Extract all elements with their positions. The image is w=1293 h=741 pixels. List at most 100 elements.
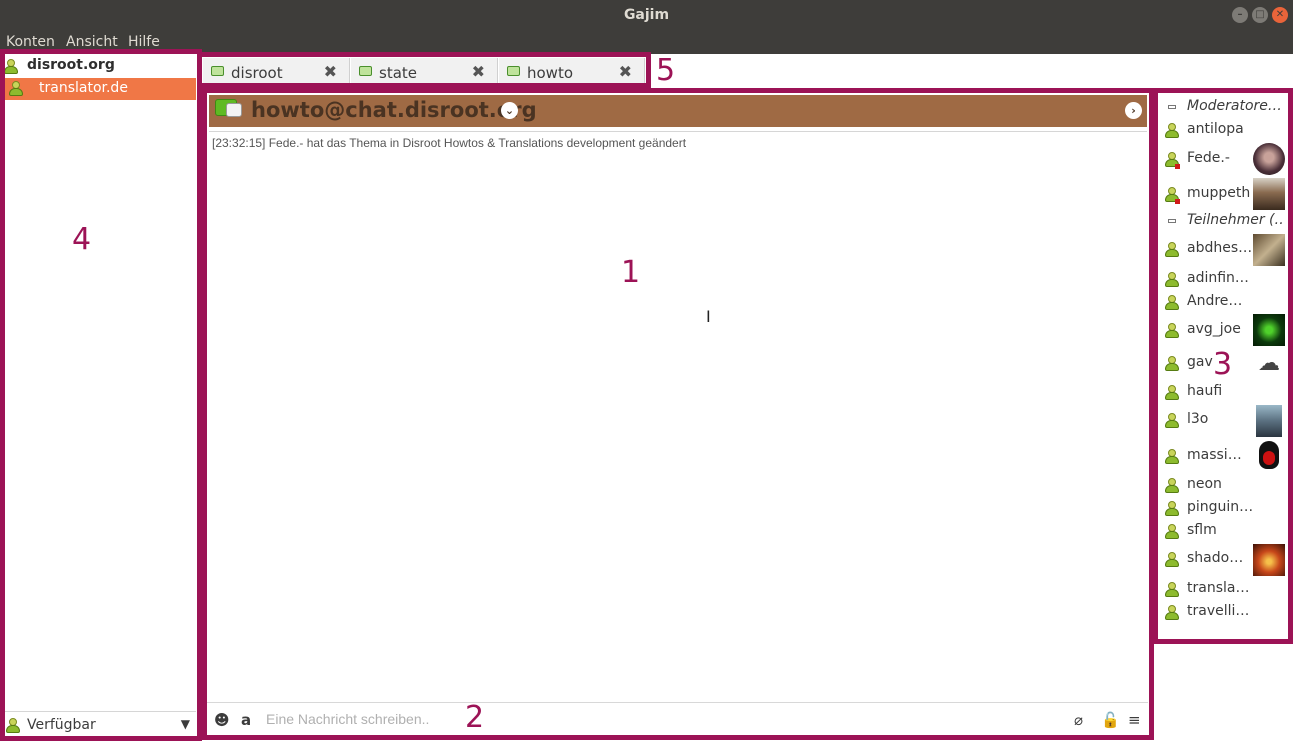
- status-label: Verfügbar: [27, 717, 96, 733]
- tab-label: state: [379, 64, 417, 82]
- avatar: [1253, 234, 1285, 266]
- occupant-item[interactable]: antilopa: [1158, 119, 1290, 141]
- occupant-nick: Andre…: [1187, 293, 1243, 309]
- occupant-status-icon: [1165, 524, 1179, 540]
- group-label: Teilnehmer (…: [1187, 212, 1283, 228]
- occupant-item[interactable]: pinguin…: [1158, 497, 1290, 519]
- format-icon[interactable]: a: [241, 711, 251, 729]
- tab-state[interactable]: state ✖: [351, 58, 498, 86]
- occupant-nick: avg_joe: [1187, 321, 1241, 337]
- groupchat-icon: [211, 66, 224, 76]
- occupant-item[interactable]: massi…: [1158, 439, 1290, 473]
- occupant-item[interactable]: l3o: [1158, 404, 1290, 438]
- encryption-icon[interactable]: 🔓: [1101, 711, 1120, 729]
- occupant-item[interactable]: shado…: [1158, 543, 1290, 577]
- occupant-item[interactable]: Andre…: [1158, 291, 1290, 313]
- menu-hilfe[interactable]: Hilfe: [128, 34, 160, 50]
- annotation-number-1: 1: [621, 255, 641, 290]
- tab-label: howto: [527, 64, 574, 82]
- occupant-group-participants[interactable]: Teilnehmer (…: [1158, 212, 1290, 232]
- chat-log-message: [23:32:15] Fede.- hat das Thema in Disro…: [212, 136, 687, 150]
- chevron-down-icon[interactable]: ⌄: [501, 102, 518, 119]
- tab-disroot[interactable]: disroot ✖: [203, 58, 350, 86]
- menu-konten[interactable]: Konten: [6, 34, 55, 50]
- annotation-number-4: 4: [72, 222, 92, 257]
- occupant-item[interactable]: abdhes…: [1158, 233, 1290, 267]
- occupant-item[interactable]: sflm: [1158, 520, 1290, 542]
- window-title: Gajim: [623, 7, 670, 23]
- attachment-icon[interactable]: ⌀: [1074, 711, 1083, 729]
- occupant-status-icon: [1165, 605, 1179, 621]
- status-selector[interactable]: Verfügbar ▼: [4, 711, 196, 737]
- occupant-status-icon: [1165, 552, 1179, 568]
- occupant-item[interactable]: neon: [1158, 474, 1290, 496]
- chevron-right-icon[interactable]: ›: [1125, 102, 1142, 119]
- groupchat-icon: [507, 66, 520, 76]
- menu-icon[interactable]: ≡: [1128, 711, 1141, 729]
- occupant-nick: pinguin…: [1187, 499, 1254, 515]
- occupant-nick: sflm: [1187, 522, 1217, 538]
- occupant-status-icon: [1165, 449, 1179, 465]
- occupant-nick: transla…: [1187, 580, 1250, 596]
- occupant-item[interactable]: avg_joe: [1158, 314, 1290, 348]
- window-titlebar: Gajim – □ ✕: [0, 0, 1293, 30]
- menu-ansicht[interactable]: Ansicht: [66, 34, 118, 50]
- avatar: [1253, 314, 1285, 346]
- occupant-item[interactable]: adinfin…: [1158, 268, 1290, 290]
- close-window-icon[interactable]: ✕: [1272, 7, 1288, 23]
- menubar: Konten Ansicht Hilfe: [0, 30, 1293, 54]
- close-tab-icon[interactable]: ✖: [619, 62, 632, 81]
- emoji-icon[interactable]: ☻: [214, 711, 230, 729]
- text-cursor-icon: I: [706, 307, 711, 326]
- message-input-bar: ☻ a ⌀ 🔓 ≡: [206, 702, 1148, 736]
- occupant-nick: travelli…: [1187, 603, 1250, 619]
- roster-contact-translator[interactable]: translator.de: [4, 78, 196, 100]
- occupant-item[interactable]: haufi: [1158, 381, 1290, 403]
- minimize-icon[interactable]: –: [1232, 7, 1248, 23]
- occupant-status-icon: [1165, 582, 1179, 598]
- occupant-item[interactable]: Fede.-: [1158, 142, 1290, 176]
- occupant-status-icon: [1165, 295, 1179, 311]
- occupant-status-icon: [1165, 478, 1179, 494]
- occupant-nick: Fede.-: [1187, 150, 1230, 166]
- occupant-nick: shado…: [1187, 550, 1244, 566]
- message-input[interactable]: [266, 711, 866, 727]
- occupant-nick: massi…: [1187, 447, 1242, 463]
- occupant-item[interactable]: travelli…: [1158, 601, 1290, 623]
- occupant-nick: adinfin…: [1187, 270, 1249, 286]
- contact-label: translator.de: [39, 80, 128, 96]
- contact-status-icon: [9, 81, 23, 97]
- avatar: [1256, 405, 1282, 437]
- close-tab-icon[interactable]: ✖: [324, 62, 337, 81]
- tab-howto[interactable]: howto ✖: [499, 58, 645, 86]
- header-separator: [209, 131, 1147, 132]
- occupant-nick: l3o: [1187, 411, 1209, 427]
- occupant-item[interactable]: transla…: [1158, 578, 1290, 600]
- occupant-status-icon: [1165, 152, 1180, 169]
- account-name[interactable]: disroot.org: [27, 57, 115, 73]
- annotation-number-3: 3: [1213, 347, 1233, 382]
- penguin-icon: [1253, 439, 1285, 471]
- annotation-number-2: 2: [465, 700, 485, 735]
- status-icon: [6, 718, 20, 734]
- avatar: [1253, 143, 1285, 175]
- account-status-icon: [4, 59, 18, 75]
- occupant-group-moderators[interactable]: Moderatore…: [1158, 98, 1290, 118]
- occupant-status-icon: [1165, 187, 1180, 204]
- occupant-status-icon: [1165, 413, 1179, 429]
- occupant-status-icon: [1165, 323, 1179, 339]
- occupant-status-icon: [1165, 356, 1179, 372]
- occupant-status-icon: [1165, 272, 1179, 288]
- occupant-nick: haufi: [1187, 383, 1223, 399]
- occupant-status-icon: [1165, 385, 1179, 401]
- occupant-status-icon: [1165, 242, 1179, 258]
- collapse-icon: [1168, 219, 1176, 223]
- maximize-icon[interactable]: □: [1252, 7, 1268, 23]
- tab-label: disroot: [231, 64, 283, 82]
- annotation-number-5: 5: [656, 53, 676, 88]
- avatar: [1253, 544, 1285, 576]
- occupant-nick: abdhes…: [1187, 240, 1253, 256]
- close-tab-icon[interactable]: ✖: [472, 62, 485, 81]
- occupant-item[interactable]: muppeth: [1158, 177, 1290, 211]
- occupant-nick: neon: [1187, 476, 1222, 492]
